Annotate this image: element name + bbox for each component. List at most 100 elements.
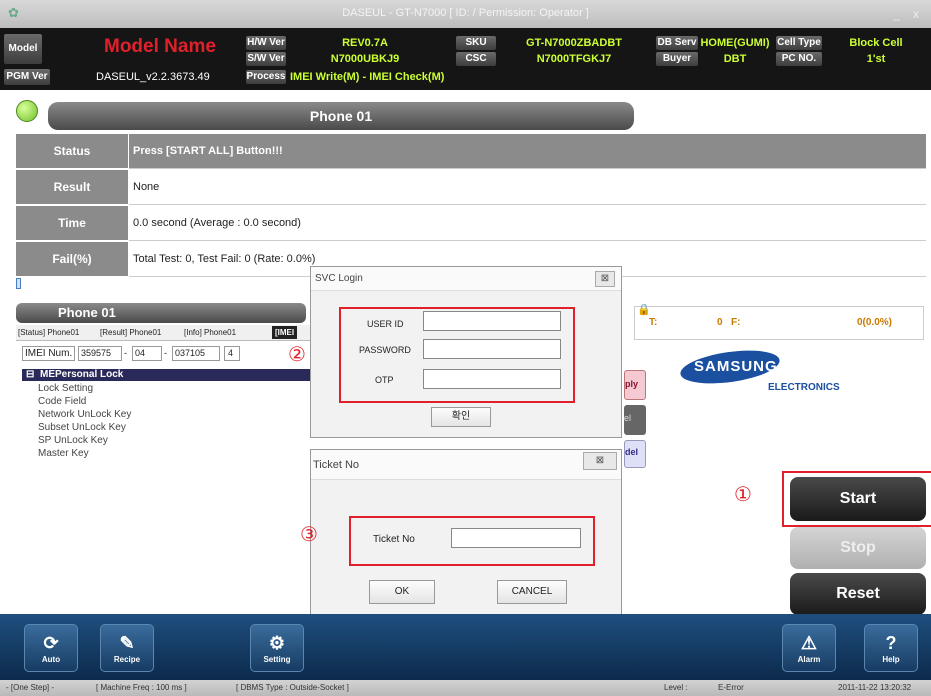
tab-info[interactable]: [Info] Phone01	[184, 328, 236, 337]
pc-no-value: 1'st	[866, 53, 886, 65]
auto-button[interactable]: ⟳ Auto	[24, 624, 78, 672]
tree-header: MEPersonal Lock	[40, 369, 124, 380]
recipe-label: Recipe	[113, 655, 141, 664]
process-value: IMEI Write(M) - IMEI Check(M)	[290, 71, 445, 83]
alarm-button[interactable]: ⚠ Alarm	[782, 624, 836, 672]
tree-item[interactable]: Master Key	[38, 448, 89, 459]
ticket-dialog: Ticket No ⊠ Ticket No OK CANCEL	[310, 449, 622, 621]
sku-label: SKU	[456, 36, 496, 50]
scroll-marker[interactable]	[16, 278, 21, 289]
gear-icon: ⚙	[268, 633, 286, 653]
ticket-ok-button[interactable]: OK	[369, 580, 435, 604]
imei-field-1[interactable]: 359575	[78, 346, 122, 361]
user-id-label: USER ID	[367, 319, 404, 329]
tree-collapse-icon[interactable]: ⊟	[26, 369, 34, 380]
tree-item[interactable]: Network UnLock Key	[38, 409, 131, 420]
annotation-1: ①	[734, 482, 752, 506]
model-name-value: Model Name	[104, 36, 216, 57]
lock-icon: 🔒	[637, 304, 651, 316]
svc-login-close-icon[interactable]: ⊠	[595, 271, 615, 287]
imei-field-2[interactable]: 04	[132, 346, 162, 361]
tree-item[interactable]: Lock Setting	[38, 383, 93, 394]
fail-label: F:	[731, 317, 741, 328]
help-button[interactable]: ? Help	[864, 624, 918, 672]
tree-header-bar: ⊟ MEPersonal Lock	[22, 369, 312, 381]
hw-ver-value: REV0.7A	[342, 37, 388, 49]
close-icon[interactable]: x	[913, 8, 919, 20]
stop-button[interactable]: Stop	[790, 527, 926, 569]
db-serv-value: HOME(GUMI)	[700, 37, 770, 49]
login-confirm-button[interactable]: 확인	[431, 407, 491, 427]
minimize-icon[interactable]: _	[893, 8, 900, 20]
ticket-no-input[interactable]	[451, 528, 581, 548]
time-row: Time 0.0 second (Average : 0.0 second)	[16, 206, 926, 242]
buyer-label: Buyer	[656, 52, 698, 66]
result-value: None	[129, 170, 926, 205]
svc-login-title: SVC Login	[311, 267, 621, 291]
refresh-icon: ⟳	[43, 633, 59, 653]
imei-label: IMEI Num.	[22, 346, 76, 361]
fail-key: Fail(%)	[16, 242, 128, 277]
csc-label: CSC	[456, 52, 496, 66]
result-row: Result None	[16, 170, 926, 206]
status-bar: - [One Step] - [ Machine Freq : 100 ms ]…	[0, 680, 931, 696]
tab-result[interactable]: [Result] Phone01	[100, 328, 161, 337]
window-title-bar: ✿ DASEUL - GT-N7000 [ ID: / Permission: …	[0, 0, 931, 28]
detail-tabs: [Status] Phone01 [Result] Phone01 [Info]…	[16, 325, 316, 341]
model-info-header: Model Model Name PGM Ver DASEUL_v2.2.367…	[0, 28, 931, 90]
step-mode-text: - [One Step] -	[6, 683, 55, 692]
clock-text: 2011-11-22 13:20:32	[838, 683, 912, 692]
fail-count-value: 0(0.0%)	[857, 317, 893, 328]
time-value: 0.0 second (Average : 0.0 second)	[129, 206, 926, 241]
help-icon: ?	[885, 633, 897, 653]
recipe-button[interactable]: ✎ Recipe	[100, 624, 154, 672]
apply-button[interactable]: ply	[624, 370, 646, 400]
ticket-cancel-button[interactable]: CANCEL	[497, 580, 567, 604]
pc-no-label: PC NO.	[776, 52, 822, 66]
time-key: Time	[16, 206, 128, 241]
start-highlight-box	[782, 471, 931, 527]
status-row: Status Press [START ALL] Button!!!	[16, 134, 926, 170]
phone-tab-header: Phone 01	[16, 303, 306, 323]
tree-item[interactable]: Subset UnLock Key	[38, 422, 126, 433]
otp-input[interactable]	[423, 369, 561, 389]
model-label: Model	[4, 34, 42, 64]
dbms-type-text: [ DBMS Type : Outside-Socket ]	[236, 683, 349, 692]
recipe-icon: ✎	[119, 633, 135, 653]
imei-check-digit[interactable]: 4	[224, 346, 240, 361]
connection-status-led	[16, 100, 38, 122]
imei-field-3[interactable]: 037105	[172, 346, 220, 361]
tab-status[interactable]: [Status] Phone01	[18, 328, 79, 337]
buyer-value: DBT	[723, 53, 747, 65]
hw-ver-label: H/W Ver	[246, 36, 286, 50]
ticket-dialog-title: Ticket No	[311, 450, 621, 480]
sw-ver-value: N7000UBKJ9	[330, 53, 400, 65]
password-label: PASSWORD	[359, 345, 411, 355]
reset-button[interactable]: Reset	[790, 573, 926, 615]
csc-value: N7000TFGKJ7	[536, 53, 612, 65]
db-serv-label: DB Serv	[656, 36, 698, 50]
status-value: Press [START ALL] Button!!!	[129, 134, 926, 169]
result-key: Result	[16, 170, 128, 205]
svc-login-dialog: SVC Login ⊠ USER ID PASSWORD OTP 확인	[310, 266, 622, 438]
imei-separator: -	[124, 348, 127, 358]
delete-button[interactable]: el	[624, 405, 646, 435]
setting-label: Setting	[263, 655, 291, 664]
auto-label: Auto	[41, 655, 61, 664]
user-id-input[interactable]	[423, 311, 561, 331]
level-value: E-Error	[718, 683, 744, 692]
tree-item[interactable]: Code Field	[38, 396, 86, 407]
model-button[interactable]: del	[624, 440, 646, 468]
otp-label: OTP	[375, 375, 394, 385]
total-value: 0	[717, 317, 723, 328]
setting-button[interactable]: ⚙ Setting	[250, 624, 304, 672]
sw-ver-label: S/W Ver	[246, 52, 286, 66]
password-input[interactable]	[423, 339, 561, 359]
bottom-toolbar: ⟳ Auto ✎ Recipe ⚙ Setting ⚠ Alarm ? Help	[0, 614, 931, 680]
tree-item[interactable]: SP UnLock Key	[38, 435, 108, 446]
annotation-3: ③	[300, 522, 318, 546]
ticket-close-icon[interactable]: ⊠	[583, 452, 617, 470]
help-label: Help	[882, 655, 900, 664]
status-key: Status	[16, 134, 128, 169]
tab-imei[interactable]: [IMEI	[272, 326, 298, 339]
